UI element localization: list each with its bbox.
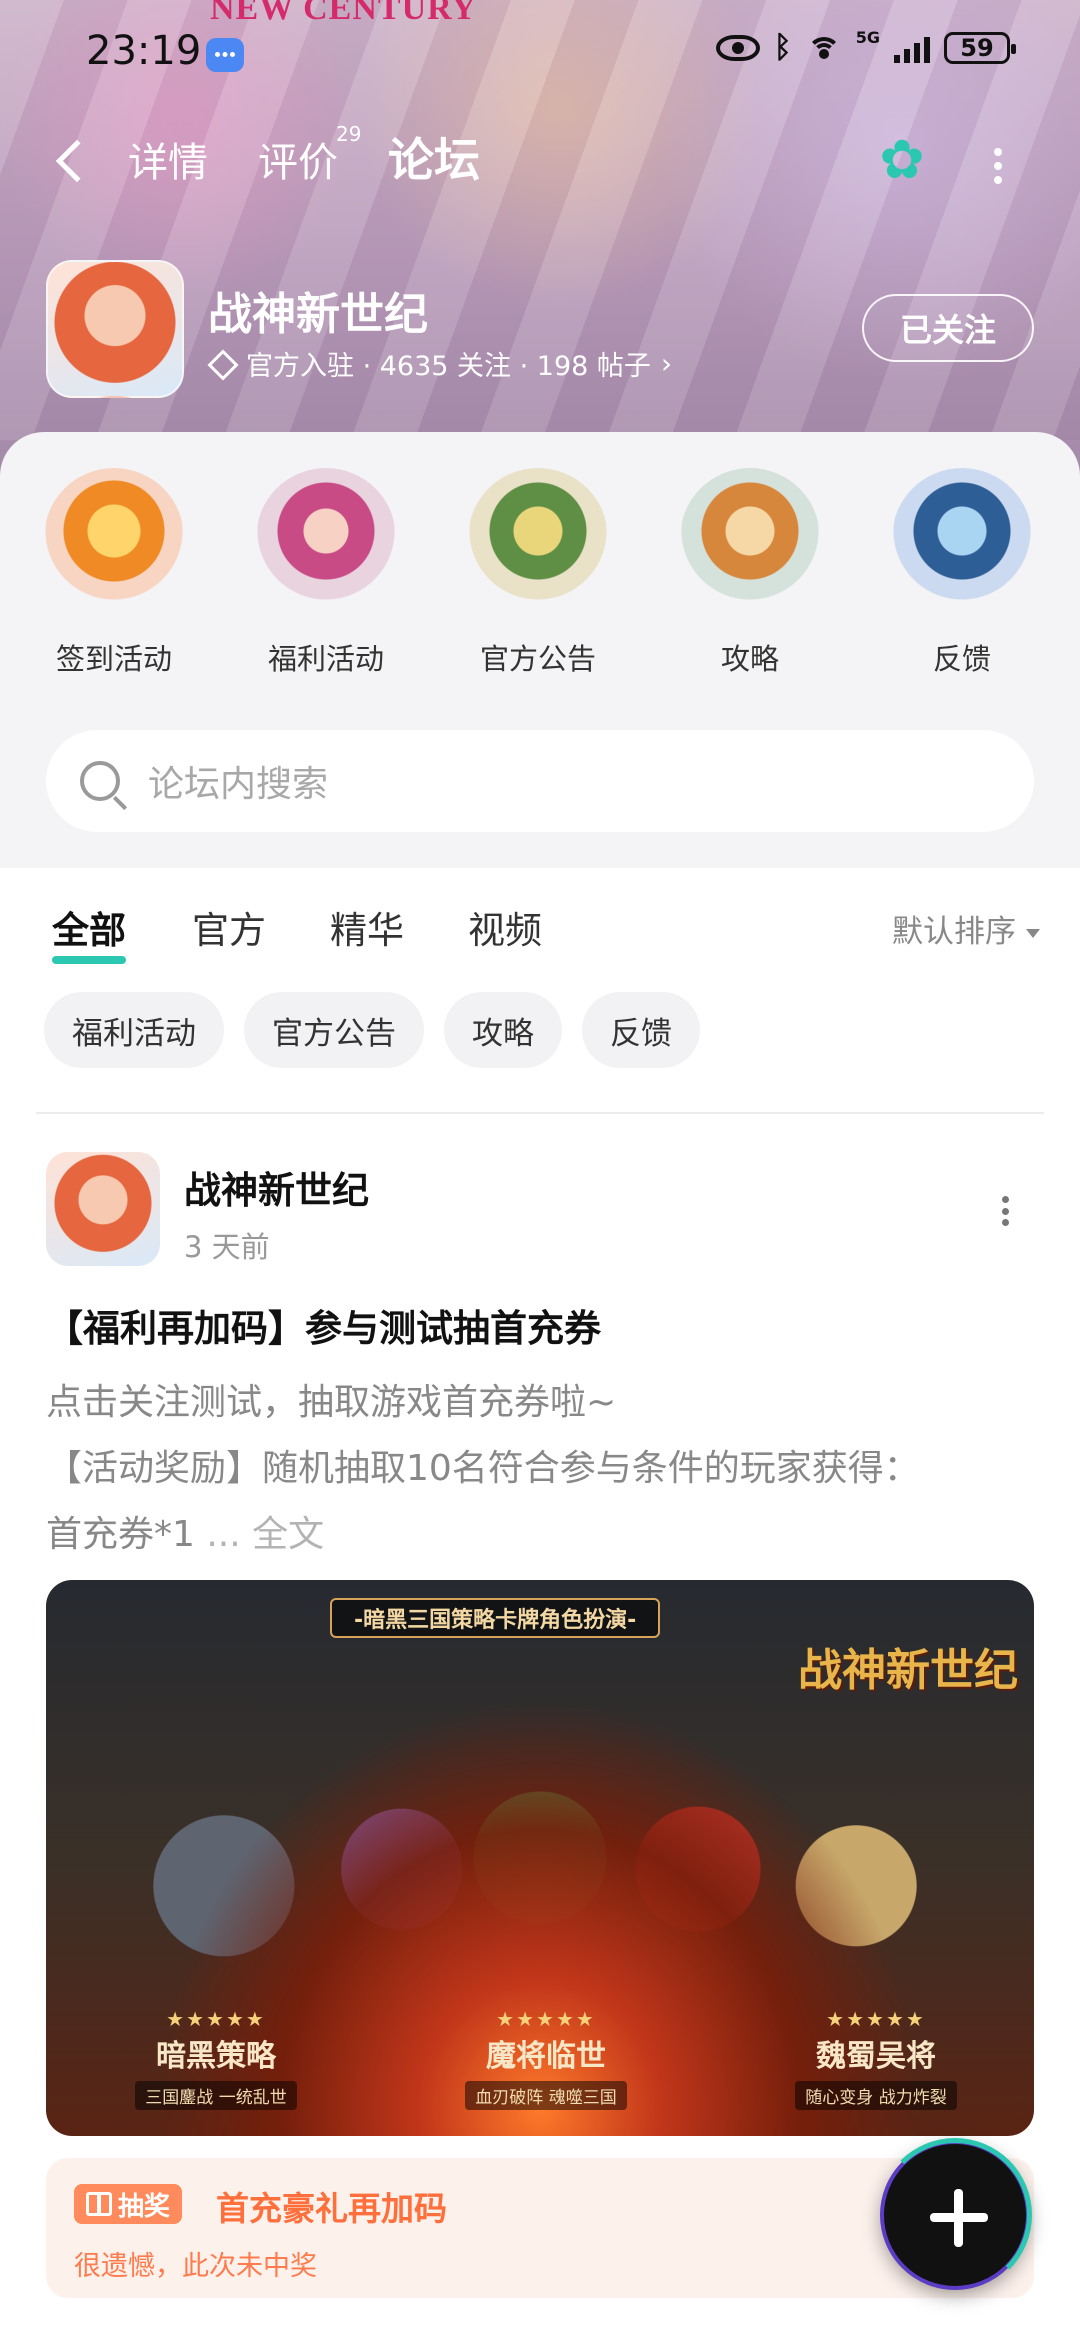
followed-button[interactable]: 已关注 (862, 294, 1034, 362)
post-body[interactable]: 点击关注测试，抽取游戏首充券啦~ 【活动奖励】随机抽取10名符合参与条件的玩家获… (46, 1370, 1036, 1568)
category-announcement[interactable]: 官方公告 (432, 468, 644, 678)
stars-icon: ★★★★★ (496, 2007, 596, 2031)
feature-badge: ★★★★★ 暗黑策略 三国鏖战 一统乱世 (106, 2007, 326, 2110)
game-meta-link[interactable]: 官方入驻 · 4635 关注 · 198 帖子 › (210, 344, 672, 383)
filter-tab-all[interactable]: 全部 (52, 900, 126, 964)
create-post-button[interactable] (878, 2138, 1032, 2292)
post-body-line: 点击关注测试，抽取游戏首充券啦~ (46, 1382, 617, 1423)
status-bar: 23:19 ᛒ 5G 59 (0, 0, 1080, 110)
search-input[interactable]: 论坛内搜索 (46, 730, 1034, 832)
lottery-tag: 抽奖 (74, 2184, 183, 2224)
category-welfare[interactable]: 福利活动 (220, 468, 432, 678)
guide-icon (680, 468, 820, 608)
image-tagline: -暗黑三国策略卡牌角色扮演- (330, 1598, 661, 1638)
status-time: 23:19 (86, 28, 202, 74)
post-more-icon[interactable] (1002, 1196, 1010, 1226)
post-title[interactable]: 【福利再加码】参与测试抽首充券 (46, 1298, 601, 1352)
chevron-right-icon: › (660, 347, 673, 380)
post-image[interactable]: -暗黑三国策略卡牌角色扮演- 战神新世纪 ★★★★★ 暗黑策略 三国鏖战 一统乱… (46, 1580, 1034, 2136)
battery-level: 59 (960, 33, 994, 62)
tab-forum[interactable]: 论坛 (388, 124, 480, 190)
forum-quick-panel: 签到活动 福利活动 官方公告 攻略 反馈 论坛内搜索 (0, 432, 1080, 868)
sort-dropdown[interactable]: 默认排序 (892, 906, 1040, 951)
category-row: 签到活动 福利活动 官方公告 攻略 反馈 (0, 468, 1080, 678)
filter-tab-featured[interactable]: 精华 (330, 900, 404, 954)
chip-welfare[interactable]: 福利活动 (44, 992, 224, 1068)
post-author[interactable]: 战神新世纪 (184, 1160, 369, 1214)
chip-feedback[interactable]: 反馈 (582, 992, 700, 1068)
sign-in-event-icon (44, 468, 184, 608)
ellipsis: ... (194, 1514, 253, 1555)
image-feature-badges: ★★★★★ 暗黑策略 三国鏖战 一统乱世 ★★★★★ 魔将临世 血刃破阵 魂噬三… (106, 2007, 986, 2110)
game-app-icon[interactable] (46, 260, 184, 398)
stars-icon: ★★★★★ (166, 2007, 266, 2031)
post-filter-bar: 全部 官方 精华 视频 默认排序 (0, 868, 1080, 978)
filter-tab-official[interactable]: 官方 (192, 900, 266, 954)
category-label: 攻略 (720, 642, 779, 676)
game-meta-text: 官方入驻 · 4635 关注 · 198 帖子 (246, 351, 651, 382)
stars-icon: ★★★★★ (826, 2007, 926, 2031)
feature-badge: ★★★★★ 魔将临世 血刃破阵 魂噬三国 (436, 2007, 656, 2110)
plus-icon (878, 2138, 1032, 2292)
feedback-icon (892, 468, 1032, 608)
top-nav: 详情 评价 29 论坛 ✿ (0, 122, 1080, 210)
game-header-banner: NEW CENTURY 23:19 ᛒ 5G 59 详情 评价 29 论坛 ✿ (0, 0, 1080, 480)
badge-name: 暗黑策略 (156, 2039, 276, 2074)
network-type: 5G (855, 28, 880, 47)
caret-down-icon (1026, 929, 1040, 938)
game-logo: 战神新世纪 (798, 1646, 1018, 1695)
badge-name: 魔将临世 (486, 2039, 606, 2074)
reviews-count-badge: 29 (336, 122, 362, 146)
category-label: 反馈 (932, 642, 991, 676)
category-label: 官方公告 (479, 642, 596, 676)
filter-tab-video[interactable]: 视频 (468, 900, 542, 954)
game-title: 战神新世纪 (208, 289, 428, 340)
feature-badge: ★★★★★ 魏蜀吴将 随心变身 战力炸裂 (766, 2007, 986, 2110)
battery-icon: 59 (944, 31, 1016, 64)
category-label: 福利活动 (267, 642, 384, 676)
category-label: 签到活动 (55, 642, 172, 676)
back-icon[interactable] (55, 139, 99, 183)
badge-sub: 三国鏖战 一统乱世 (135, 2081, 297, 2110)
chip-guide[interactable]: 攻略 (444, 992, 562, 1068)
lottery-title: 首充豪礼再加码 (216, 2189, 447, 2228)
badge-name: 魏蜀吴将 (816, 2039, 936, 2074)
topic-chips: 福利活动 官方公告 攻略 反馈 (44, 992, 700, 1068)
category-feedback[interactable]: 反馈 (856, 468, 1068, 678)
more-options-icon[interactable] (994, 148, 1002, 184)
badge-sub: 随心变身 战力炸裂 (795, 2081, 957, 2110)
search-placeholder: 论坛内搜索 (148, 764, 329, 805)
favorite-star-icon[interactable]: ✿ (874, 132, 930, 188)
tab-details[interactable]: 详情 (128, 130, 208, 188)
avatar[interactable] (46, 1152, 160, 1266)
eye-icon (715, 34, 760, 61)
lottery-tag-label: 抽奖 (118, 2191, 171, 2222)
divider (36, 1112, 1044, 1114)
sort-label: 默认排序 (892, 914, 1016, 950)
signal-icon (894, 33, 930, 63)
search-icon (80, 761, 120, 801)
post-body-line: 首充券*1 ... 全文 (46, 1514, 325, 1555)
welfare-event-icon (256, 468, 396, 608)
lottery-result: 很遗憾，此次未中奖 (74, 2251, 317, 2282)
gift-icon (86, 2192, 112, 2216)
wifi-icon (806, 33, 842, 63)
badge-sub: 血刃破阵 魂噬三国 (465, 2081, 627, 2110)
category-guide[interactable]: 攻略 (644, 468, 856, 678)
category-sign-in[interactable]: 签到活动 (8, 468, 220, 678)
post-time: 3 天前 (184, 1230, 270, 1264)
bluetooth-icon: ᛒ (773, 30, 792, 65)
announcement-icon (468, 468, 608, 608)
chip-announcement[interactable]: 官方公告 (244, 992, 424, 1068)
official-diamond-icon (210, 354, 234, 374)
tab-reviews[interactable]: 评价 (258, 130, 338, 188)
message-notification-icon (206, 38, 244, 72)
read-full-link[interactable]: 全文 (252, 1514, 324, 1555)
post-body-line: 【活动奖励】随机抽取10名符合参与条件的玩家获得： (46, 1448, 920, 1489)
